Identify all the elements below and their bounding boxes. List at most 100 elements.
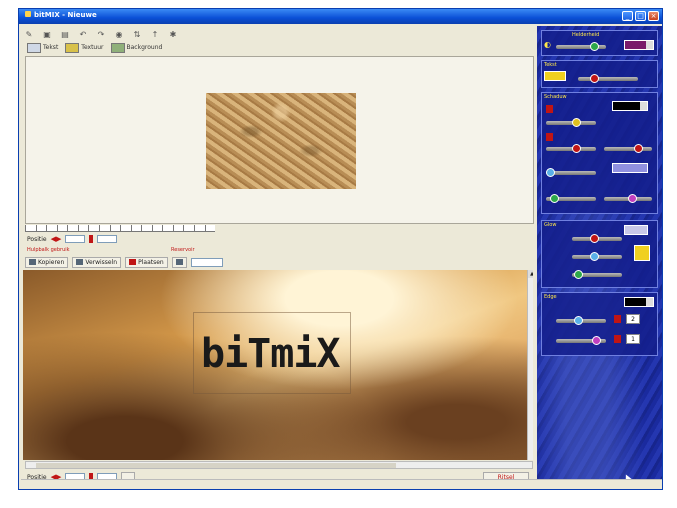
place-button[interactable]: Plaatsen [125, 256, 168, 268]
text-layer-icon [27, 42, 41, 53]
slider-knob[interactable] [590, 42, 599, 51]
tab-textuur[interactable]: Textuur [63, 42, 105, 53]
new-icon[interactable]: ✎ [23, 29, 35, 40]
save-icon[interactable]: ▤ [59, 29, 71, 40]
bevel-slider-1[interactable] [546, 118, 596, 127]
edge-label: Edge [544, 294, 557, 300]
tab-label: Tekst [43, 44, 59, 51]
slider-knob[interactable] [592, 336, 601, 345]
edge-value-1[interactable]: 2 [626, 314, 640, 324]
top-color-swatch[interactable] [624, 40, 654, 50]
text-opacity-slider[interactable] [578, 74, 638, 83]
tab-background[interactable]: Background [109, 42, 165, 53]
brightness-box: Helderheid ◐ [541, 30, 658, 56]
edge-slider-1[interactable] [556, 316, 606, 325]
texture-layer-icon [65, 42, 80, 53]
horizontal-scrollbar[interactable] [25, 461, 533, 469]
scroll-thumb[interactable] [36, 463, 396, 468]
vertical-scrollbar[interactable]: ▲ [527, 270, 533, 460]
workspace: ✎ ▣ ▤ ↶ ↷ ◉ ⇅ ↑ ✱ Tekst Textuur Backgrou… [21, 26, 536, 489]
copy-icon [29, 259, 36, 265]
move-arrow-icon[interactable]: ◀▶ [51, 235, 62, 243]
bevel-slider-3[interactable] [604, 144, 652, 153]
undo-icon[interactable]: ↶ [77, 29, 89, 40]
glow-color-swatch[interactable] [624, 225, 648, 235]
slider-knob[interactable] [574, 270, 583, 279]
background-layer-icon [110, 42, 125, 53]
dropdown-icon[interactable] [646, 298, 653, 306]
glow-preview-swatch[interactable] [634, 245, 650, 261]
edge-box: Edge 2 1 [541, 292, 658, 356]
position-x-input[interactable] [65, 235, 86, 243]
maximize-button[interactable]: □ [635, 11, 646, 21]
edge-color-swatch[interactable] [624, 297, 654, 307]
arrow-icon[interactable]: ↑ [149, 29, 161, 40]
logo-text: biTmiX [201, 331, 341, 377]
dropdown-icon[interactable] [646, 41, 653, 49]
slider-knob[interactable] [550, 194, 559, 203]
size-select[interactable] [190, 257, 223, 267]
place-label: Plaatsen [138, 258, 164, 266]
window-title: bitMIX - Nieuwe [25, 11, 97, 19]
glow-slider-3[interactable] [572, 270, 622, 279]
slider-knob[interactable] [634, 144, 643, 153]
preview-canvas[interactable]: biTmiX ▲ [23, 270, 533, 460]
scroll-up-icon[interactable]: ▲ [528, 270, 533, 278]
redo-icon[interactable]: ↷ [95, 29, 107, 40]
open-icon[interactable]: ▣ [41, 29, 53, 40]
slider-knob[interactable] [590, 252, 599, 261]
vertical-arrow-icon[interactable] [89, 235, 94, 243]
swap-button[interactable]: Verwisseln [72, 256, 122, 268]
text-color-swatch[interactable] [544, 71, 566, 81]
title-bar[interactable]: bitMIX - Nieuwe _ □ × [19, 9, 662, 24]
glow-box: Glow [541, 220, 658, 288]
edge-value-2[interactable]: 1 [626, 334, 640, 344]
position-y-input[interactable] [97, 235, 118, 243]
edge-marker-2[interactable] [614, 335, 621, 343]
bevel-color-swatch[interactable] [612, 101, 648, 111]
bevel-slider-5[interactable] [546, 194, 596, 203]
brightness-slider[interactable] [556, 42, 606, 51]
gradient-swatch[interactable] [612, 163, 648, 173]
zoom-icon[interactable]: ◉ [113, 29, 125, 40]
slider-knob[interactable] [628, 194, 637, 203]
texture-pane [25, 56, 534, 224]
bevel-slider-6[interactable] [604, 194, 652, 203]
texture-ruler [25, 225, 216, 232]
glow-slider-1[interactable] [572, 234, 622, 243]
image-button[interactable] [171, 256, 187, 268]
slider-knob[interactable] [572, 118, 581, 127]
text-color-box: Tekst [541, 60, 658, 88]
close-button[interactable]: × [648, 11, 659, 21]
edge-slider-2[interactable] [556, 336, 606, 345]
slider-knob[interactable] [590, 234, 599, 243]
place-icon [129, 259, 137, 265]
dropdown-icon[interactable] [640, 102, 647, 110]
glow-label: Glow [544, 222, 557, 228]
texture-thumbnail[interactable] [206, 93, 356, 189]
swap-label: Verwisseln [85, 258, 118, 266]
minimize-button[interactable]: _ [622, 11, 633, 21]
status-bar [21, 479, 662, 489]
action-buttons: Kopieren Verwisseln Plaatsen [25, 256, 223, 268]
copy-button[interactable]: Kopieren [25, 256, 69, 268]
section-left-label: Hulpbalk gebruik [27, 247, 70, 253]
brightness-label: Helderheid [572, 32, 600, 38]
slider-knob[interactable] [572, 144, 581, 153]
window-title-text: bitMIX - Nieuwe [34, 11, 97, 19]
glow-slider-2[interactable] [572, 252, 622, 261]
slider-knob[interactable] [590, 74, 599, 83]
insert-icon[interactable]: ⇅ [131, 29, 143, 40]
tab-label: Textuur [81, 44, 104, 51]
bevel-box: Schaduw [541, 92, 658, 214]
bevel-marker-2[interactable] [546, 133, 553, 141]
app-window: bitMIX - Nieuwe _ □ × ✎ ▣ ▤ ↶ ↷ ◉ ⇅ ↑ ✱ … [18, 8, 663, 490]
edge-marker-1[interactable] [614, 315, 621, 323]
slider-knob[interactable] [546, 168, 555, 177]
bevel-slider-4[interactable] [546, 168, 596, 177]
bevel-marker[interactable] [546, 105, 553, 113]
slider-knob[interactable] [574, 316, 583, 325]
help-icon[interactable]: ✱ [167, 29, 179, 40]
bevel-slider-2[interactable] [546, 144, 596, 153]
tab-tekst[interactable]: Tekst [25, 42, 60, 53]
